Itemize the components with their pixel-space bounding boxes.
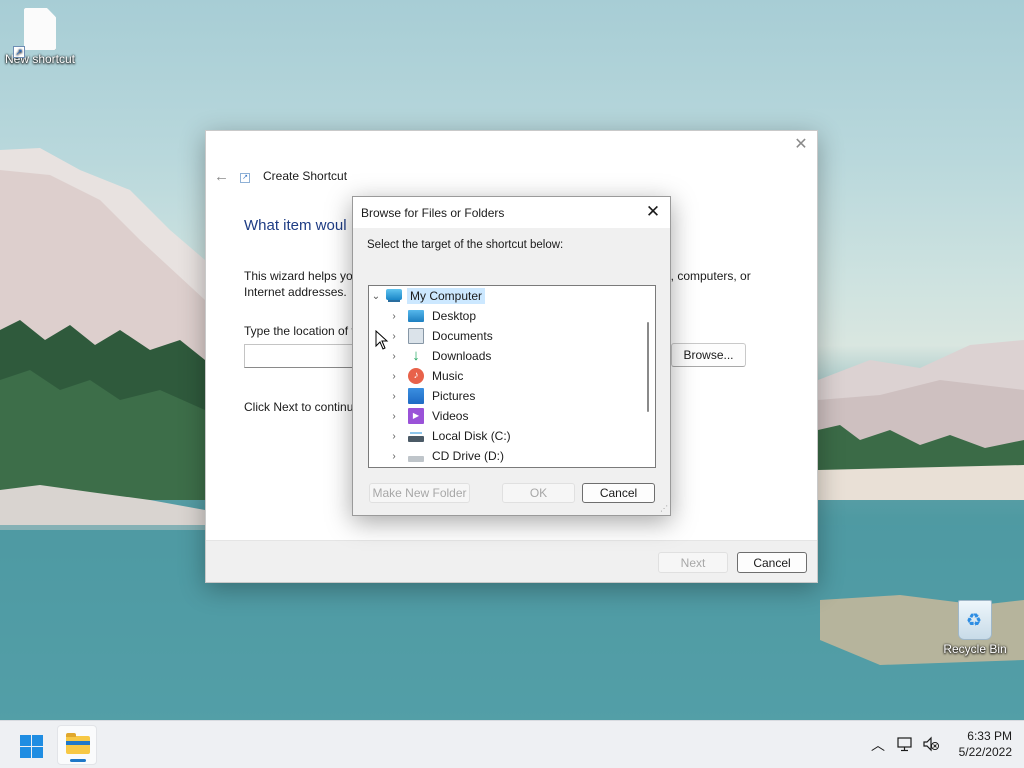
local-disk-icon xyxy=(408,436,424,442)
taskbar: ︿ 6:33 PM 5/22/2022 xyxy=(0,720,1024,768)
music-folder-icon: ♪ xyxy=(408,368,424,384)
tree-item-label: My Computer xyxy=(407,288,486,304)
recycle-bin-icon: ♻ xyxy=(958,600,992,640)
tree-item-label: Desktop xyxy=(432,309,477,323)
desktop-icon-new-shortcut[interactable]: ↗ New shortcut xyxy=(0,8,80,66)
documents-folder-icon xyxy=(408,328,424,344)
shortcut-file-icon xyxy=(24,8,56,50)
chevron-right-icon[interactable]: › xyxy=(388,451,400,462)
wizard-title: Create Shortcut xyxy=(263,169,348,183)
pictures-folder-icon xyxy=(408,388,424,404)
browse-dialog-title: Browse for Files or Folders xyxy=(361,206,505,220)
chevron-right-icon[interactable]: › xyxy=(388,411,400,422)
location-label: Type the location of t xyxy=(244,324,355,338)
chevron-right-icon[interactable]: › xyxy=(388,331,400,342)
mouse-pointer-icon xyxy=(375,330,389,350)
tree-item-desktop[interactable]: › Desktop xyxy=(388,306,479,326)
shortcut-icon: ↗ xyxy=(240,173,250,183)
show-hidden-icons-chevron[interactable]: ︿ xyxy=(869,735,887,753)
continue-instruction: Click Next to continu xyxy=(244,400,354,414)
start-icon[interactable] xyxy=(16,733,48,761)
desktop-icon-label: Recycle Bin xyxy=(943,642,1007,656)
tree-item-label: Local Disk (C:) xyxy=(432,429,511,443)
clock-time: 6:33 PM xyxy=(967,729,1012,743)
tree-item-label: Downloads xyxy=(432,349,492,363)
clock-date: 5/22/2022 xyxy=(958,745,1012,759)
desktop-icon-label: New shortcut xyxy=(4,52,76,66)
tree-item-downloads[interactable]: › ↓ Downloads xyxy=(388,346,494,366)
desktop-icon-recycle-bin[interactable]: ♻ Recycle Bin xyxy=(935,600,1015,656)
browse-dialog: Browse for Files or Folders ✕ Select the… xyxy=(352,196,671,516)
cd-drive-icon xyxy=(408,456,424,462)
browse-button[interactable]: Browse... xyxy=(671,343,746,367)
close-icon[interactable]: ✕ xyxy=(644,203,662,221)
make-new-folder-button[interactable]: Make New Folder xyxy=(369,483,470,503)
tree-item-cd-drive[interactable]: › CD Drive (D:) xyxy=(388,446,507,466)
tree-item-music[interactable]: › ♪ Music xyxy=(388,366,466,386)
wizard-description: This wizard helps you Internet addresses… xyxy=(244,269,360,299)
next-button[interactable]: Next xyxy=(658,552,728,573)
tree-item-my-computer[interactable]: ⌄ My Computer xyxy=(369,286,486,306)
browse-cancel-button[interactable]: Cancel xyxy=(582,483,655,503)
tree-item-documents[interactable]: › Documents xyxy=(388,326,496,346)
chevron-right-icon[interactable]: › xyxy=(388,371,400,382)
desktop-folder-icon xyxy=(408,310,424,322)
wizard-description-continued: ers, computers, or xyxy=(654,269,751,283)
volume-muted-icon[interactable] xyxy=(922,736,940,752)
back-arrow-icon[interactable]: ← xyxy=(214,168,229,185)
tree-item-label: CD Drive (D:) xyxy=(432,449,504,463)
network-icon[interactable] xyxy=(896,736,914,752)
resize-grip-icon[interactable]: ⋰ xyxy=(660,505,668,513)
tree-item-videos[interactable]: › ▶ Videos xyxy=(388,406,471,426)
clock[interactable]: 6:33 PM 5/22/2022 xyxy=(948,728,1012,760)
shortcut-arrow-icon: ↗ xyxy=(13,46,25,58)
close-icon[interactable]: ✕ xyxy=(793,137,809,153)
tree-item-label: Pictures xyxy=(432,389,476,403)
browse-instruction: Select the target of the shortcut below: xyxy=(367,239,564,251)
ok-button[interactable]: OK xyxy=(502,483,575,503)
tree-item-label: Music xyxy=(432,369,464,383)
chevron-right-icon[interactable]: › xyxy=(388,351,400,362)
tree-item-label: Documents xyxy=(432,329,493,343)
wizard-footer: Next Cancel xyxy=(206,540,817,582)
chevron-right-icon[interactable]: › xyxy=(388,311,400,322)
browse-titlebar: Browse for Files or Folders ✕ xyxy=(353,197,670,228)
computer-icon xyxy=(386,289,402,300)
tree-item-pictures[interactable]: › Pictures xyxy=(388,386,478,406)
wizard-cancel-button[interactable]: Cancel xyxy=(737,552,807,573)
tree-item-local-disk[interactable]: › Local Disk (C:) xyxy=(388,426,514,446)
file-explorer-icon[interactable] xyxy=(57,725,97,765)
chevron-down-icon[interactable]: ⌄ xyxy=(370,291,382,302)
location-input[interactable] xyxy=(244,344,354,368)
tree-item-label: Videos xyxy=(432,409,469,423)
videos-folder-icon: ▶ xyxy=(408,408,424,424)
chevron-right-icon[interactable]: › xyxy=(388,431,400,442)
tree-scrollbar[interactable] xyxy=(647,322,649,412)
wizard-heading: What item woul xyxy=(244,217,347,234)
chevron-right-icon[interactable]: › xyxy=(388,391,400,402)
folder-tree[interactable]: ⌄ My Computer › Desktop › Documents › ↓ … xyxy=(368,285,656,468)
downloads-folder-icon: ↓ xyxy=(412,347,420,364)
